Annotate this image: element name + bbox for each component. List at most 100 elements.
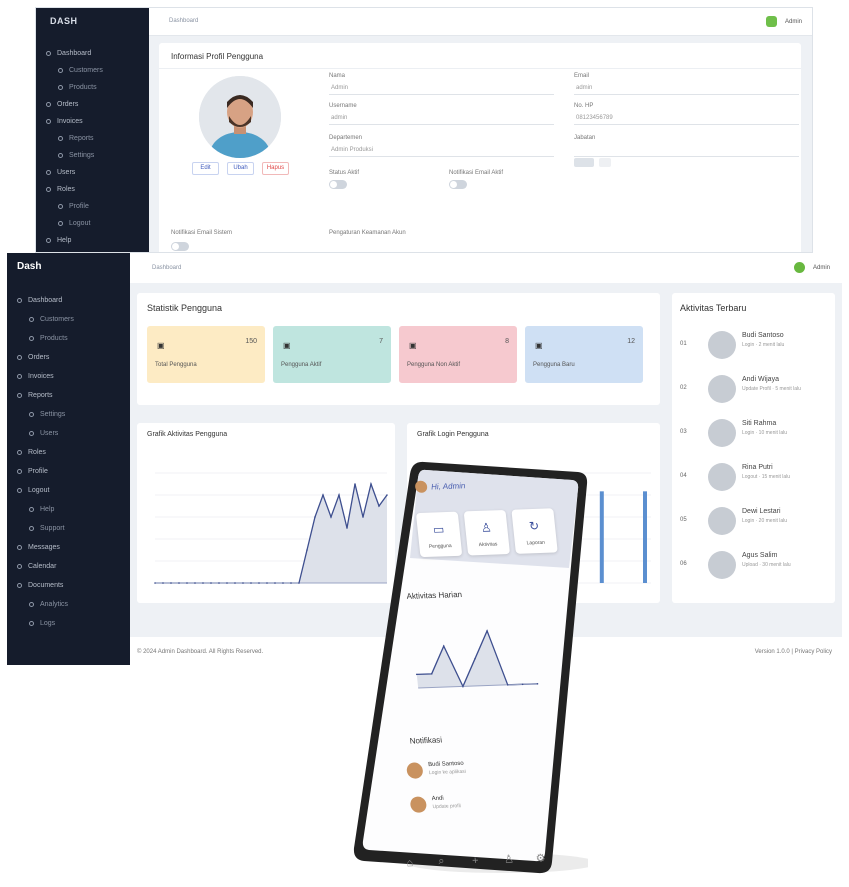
sidebar-item[interactable]: Invoices	[46, 118, 83, 125]
menu-icon	[17, 373, 22, 379]
activity-meta: Login · 10 menit lalu	[742, 430, 788, 436]
bar	[599, 491, 604, 583]
tile-users[interactable]: ▭ Pengguna	[415, 511, 463, 558]
sidebar-item[interactable]: Settings	[29, 411, 65, 418]
sidebar-item[interactable]: Products	[29, 335, 68, 342]
footer-version[interactable]: Version 1.0.0 | Privacy Policy	[755, 649, 832, 655]
sidebar-item[interactable]: Dashboard	[46, 50, 91, 57]
sidebar-item[interactable]: Reports	[58, 135, 94, 142]
user-icon: ♙	[480, 520, 493, 535]
account-menu[interactable]: Admin	[765, 16, 802, 27]
sidebar-item[interactable]: Help	[29, 506, 54, 513]
sidebar-item[interactable]: Roles	[17, 449, 46, 456]
activity-item[interactable]: 06 Agus Salim Upload · 30 menit lalu	[680, 551, 840, 581]
text-field[interactable]: admin	[574, 82, 799, 95]
menu-icon	[17, 297, 22, 303]
chart-title: Grafik Login Pengguna	[417, 431, 489, 438]
mobile-phone-mockup: Hi, Admin ▭ Pengguna ♙ Aktivitas ↻ Laporan …	[352, 458, 588, 878]
stats-panel: Statistik Pengguna ▣ 150 Total Pengguna ▣ 7 P…	[137, 293, 660, 405]
tile-activity[interactable]: ♙ Aktivitas	[463, 509, 511, 556]
data-point	[194, 582, 196, 584]
activity-index: 03	[680, 429, 687, 435]
sidebar-item[interactable]: Settings	[58, 152, 94, 159]
text-field[interactable]: Admin	[329, 82, 554, 95]
delete-photo-button[interactable]: Hapus	[262, 162, 289, 175]
text-field[interactable]: 08123456789	[574, 112, 799, 125]
email-notify-toggle[interactable]	[449, 180, 467, 189]
activity-item[interactable]: 01 Budi Santoso Login · 2 menit lalu	[680, 331, 840, 361]
activity-item[interactable]: 03 Siti Rahma Login · 10 menit lalu	[680, 419, 840, 449]
text-field[interactable]: admin	[329, 112, 554, 125]
sidebar-item[interactable]: Customers	[58, 67, 103, 74]
notification-item[interactable]: Budi Santoso Login ke aplikasi	[406, 756, 538, 789]
brand-logo: DASH	[50, 16, 78, 26]
sidebar-item[interactable]: Help	[46, 237, 71, 244]
text-field[interactable]	[574, 144, 799, 157]
stat-label: Pengguna Aktif	[281, 362, 322, 368]
sidebar-item[interactable]: Users	[29, 430, 58, 437]
sidebar-item[interactable]: Logout	[17, 487, 49, 494]
search-icon[interactable]: ⌕	[438, 855, 445, 868]
activity-item[interactable]: 05 Dewi Lestari Login · 20 menit lalu	[680, 507, 840, 537]
phone-chart-title: Aktivitas Harian	[406, 589, 463, 601]
sidebar-item[interactable]: Messages	[17, 544, 60, 551]
menu-icon	[17, 563, 22, 569]
menu-icon	[17, 487, 22, 493]
sidebar-item[interactable]: Profile	[17, 468, 48, 475]
sidebar-item[interactable]: Calendar	[17, 563, 56, 570]
home-icon[interactable]: ⌂	[406, 857, 414, 869]
sidebar-item[interactable]: Invoices	[17, 373, 54, 380]
data-point	[210, 582, 212, 584]
menu-icon	[17, 449, 22, 455]
change-photo-button[interactable]: Ubah	[227, 162, 254, 175]
sidebar-item[interactable]: Customers	[29, 316, 74, 323]
account-menu[interactable]: Admin	[793, 262, 830, 273]
chip	[574, 158, 594, 167]
data-point	[282, 582, 284, 584]
edit-photo-button[interactable]: Edit	[192, 162, 219, 175]
phone-list-title: Notifikasi	[409, 735, 443, 746]
stats-title: Statistik Pengguna	[147, 303, 223, 313]
add-icon[interactable]: +	[472, 855, 480, 867]
sidebar-item[interactable]: Reports	[17, 392, 53, 399]
stat-card[interactable]: ▣ 12 Pengguna Baru	[525, 326, 643, 383]
sidebar-item[interactable]: Documents	[17, 582, 63, 589]
user-icon[interactable]: ♙	[503, 853, 514, 866]
sidebar-item[interactable]: Users	[46, 169, 75, 176]
menu-icon	[29, 335, 34, 341]
tile-report[interactable]: ↻ Laporan	[511, 508, 558, 554]
chip	[599, 158, 611, 167]
activity-item[interactable]: 02 Andi Wijaya Update Profil · 5 menit lal…	[680, 375, 840, 405]
stat-card[interactable]: ▣ 8 Pengguna Non Aktif	[399, 326, 517, 383]
activity-item[interactable]: 04 Rina Putri Logout · 15 menit lalu	[680, 463, 840, 493]
notification-item[interactable]: Andi Update profil	[409, 790, 541, 823]
sidebar-item[interactable]: Products	[58, 84, 97, 91]
status-toggle[interactable]	[329, 180, 347, 189]
sidebar-item[interactable]: Profile	[58, 203, 89, 210]
sidebar-item[interactable]: Support	[29, 525, 65, 532]
stat-card[interactable]: ▣ 7 Pengguna Aktif	[273, 326, 391, 383]
field-label: Nama	[329, 73, 346, 79]
menu-icon	[58, 220, 63, 226]
profile-screen: DASH Dashboard Customers Products Orders Inv…	[35, 7, 813, 253]
sidebar-item[interactable]: Orders	[46, 101, 78, 108]
sidebar-item[interactable]: Analytics	[29, 601, 68, 608]
avatar	[708, 331, 736, 359]
data-point	[202, 582, 204, 584]
sidebar-item[interactable]: Orders	[17, 354, 49, 361]
settings-icon[interactable]: ⚙	[535, 851, 546, 864]
sidebar-item[interactable]: Logout	[58, 220, 90, 227]
divider	[159, 68, 801, 69]
activity-name: Rina Putri	[742, 464, 773, 471]
setting-toggle[interactable]	[171, 242, 189, 251]
text-field[interactable]: Admin Produksi	[329, 144, 554, 157]
sidebar-item[interactable]: Dashboard	[17, 297, 62, 304]
sidebar-item[interactable]: Roles	[46, 186, 75, 193]
menu-icon	[29, 525, 34, 531]
menu-icon	[46, 118, 51, 124]
menu-icon	[58, 135, 63, 141]
stat-card[interactable]: ▣ 150 Total Pengguna	[147, 326, 265, 383]
stat-value: 8	[505, 338, 509, 345]
sidebar-item[interactable]: Logs	[29, 620, 55, 627]
phone-screen: Hi, Admin ▭ Pengguna ♙ Aktivitas ↻ Laporan …	[331, 454, 610, 883]
